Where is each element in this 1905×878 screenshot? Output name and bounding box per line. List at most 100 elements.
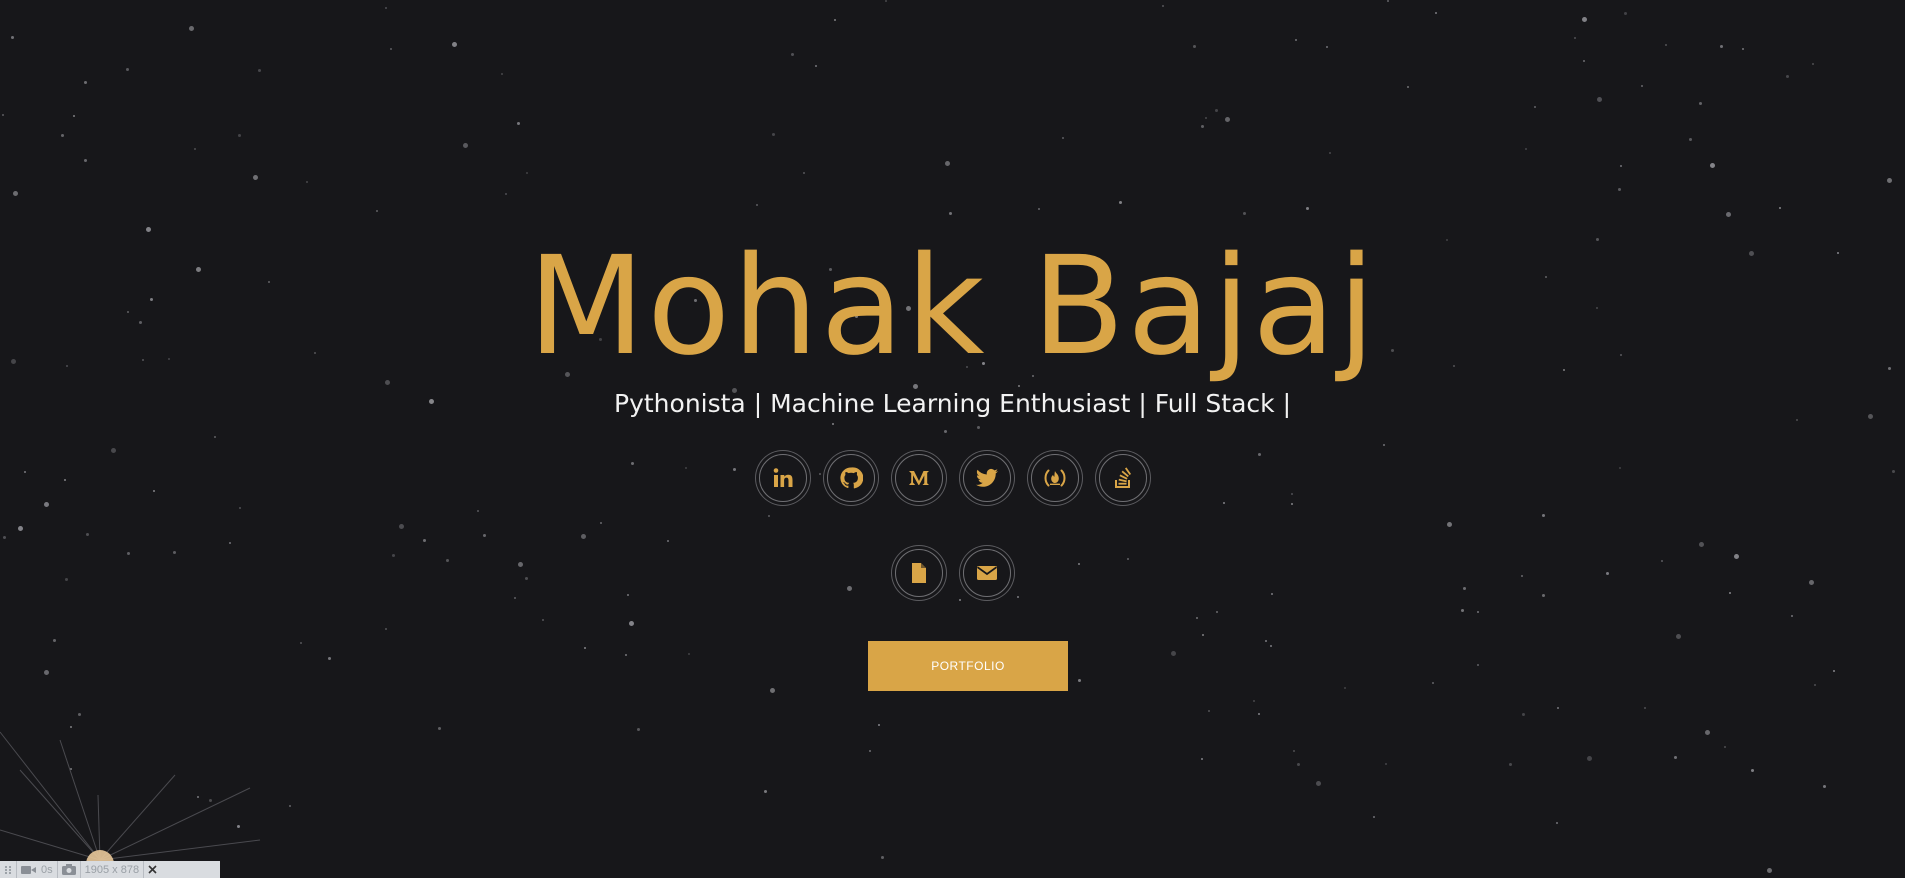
star-dot (1887, 178, 1892, 183)
freecodecamp-link[interactable] (1030, 454, 1079, 502)
star-dot (959, 599, 961, 601)
star-dot (1587, 756, 1592, 761)
star-dot (1119, 201, 1122, 204)
star-dot (1432, 682, 1434, 684)
star-dot (1779, 207, 1781, 209)
star-dot (1791, 615, 1793, 617)
resume-link[interactable] (894, 549, 943, 597)
star-dot (229, 542, 231, 544)
star-dot (1477, 611, 1479, 613)
email-link[interactable] (962, 549, 1011, 597)
star-dot (2, 114, 4, 116)
star-dot (328, 657, 331, 660)
star-dot (815, 65, 817, 67)
social-links (0, 454, 1905, 502)
star-dot (1202, 634, 1204, 636)
star-dot (1258, 713, 1260, 715)
star-dot (126, 68, 129, 71)
star-dot (238, 134, 241, 137)
screenshot-button[interactable] (58, 861, 81, 878)
star-dot (1674, 756, 1677, 759)
star-dot (253, 175, 258, 180)
page-background: Mohak Bajaj Pythonista | Machine Learnin… (0, 0, 1905, 878)
star-dot (1823, 785, 1826, 788)
star-dot (1525, 148, 1527, 150)
star-dot (944, 430, 947, 433)
star-dot (1644, 707, 1646, 709)
star-dot (1387, 0, 1389, 2)
star-dot (881, 856, 884, 859)
star-dot (1062, 137, 1064, 139)
star-dot (214, 436, 216, 438)
twitter-link[interactable] (962, 454, 1011, 502)
star-dot (452, 42, 457, 47)
star-dot (1208, 710, 1210, 712)
portfolio-button[interactable]: PORTFOLIO (868, 641, 1068, 691)
star-dot (625, 654, 627, 656)
timer-label: 0s (41, 863, 53, 876)
close-icon (148, 865, 157, 874)
star-dot (885, 0, 887, 2)
medium-link[interactable] (894, 454, 943, 502)
star-dot (584, 647, 586, 649)
star-dot (3, 536, 6, 539)
star-dot (581, 534, 586, 539)
hero-name: Mohak Bajaj (527, 228, 1378, 386)
star-dot (1270, 645, 1272, 647)
star-dot (399, 524, 404, 529)
contact-links (0, 549, 1905, 597)
star-dot (385, 628, 387, 630)
star-dot (477, 510, 479, 512)
star-dot (1297, 763, 1300, 766)
linkedin-link[interactable] (758, 454, 807, 502)
star-dot (949, 212, 952, 215)
star-dot (1710, 163, 1715, 168)
star-dot (1724, 746, 1726, 748)
star-dot (73, 115, 75, 117)
dimensions-label: 1905 x 878 (84, 863, 140, 876)
star-dot (1225, 117, 1230, 122)
star-dot (463, 143, 468, 148)
star-dot (1243, 212, 1246, 215)
star-dot (423, 539, 426, 542)
star-dot (977, 426, 980, 429)
star-dot (1205, 117, 1207, 119)
star-dot (44, 502, 49, 507)
star-dot (869, 750, 871, 752)
star-dot (1215, 109, 1218, 112)
close-button[interactable] (144, 861, 161, 878)
star-dot (438, 727, 441, 730)
star-dot (86, 533, 89, 536)
star-dot (1689, 138, 1692, 141)
star-dot (1812, 63, 1814, 65)
star-dot (505, 193, 507, 195)
star-dot (526, 172, 528, 174)
star-dot (803, 172, 805, 174)
star-dot (1699, 542, 1704, 547)
star-dot (483, 534, 486, 537)
github-link[interactable] (826, 454, 875, 502)
dimensions-readout: 1905 x 878 (81, 861, 145, 878)
star-dot (1705, 730, 1710, 735)
star-dot (1620, 165, 1622, 167)
star-dot (1447, 522, 1452, 527)
star-dot (194, 148, 196, 150)
star-dot (1385, 763, 1387, 765)
star-dot (768, 515, 770, 517)
star-dot (1742, 48, 1744, 50)
star-dot (1329, 152, 1331, 154)
star-dot (1316, 781, 1321, 786)
star-dot (600, 522, 602, 524)
star-dot (832, 423, 834, 425)
stackoverflow-link[interactable] (1098, 454, 1147, 502)
star-dot (385, 7, 387, 9)
star-dot (1216, 611, 1218, 613)
drag-handle[interactable] (0, 861, 17, 878)
star-dot (1583, 60, 1585, 62)
star-dot (1223, 502, 1225, 504)
camera-icon (61, 864, 76, 875)
record-button[interactable]: 0s (17, 861, 58, 878)
star-dot (1295, 39, 1297, 41)
star-dot (629, 621, 634, 626)
star-dot (1265, 640, 1267, 642)
